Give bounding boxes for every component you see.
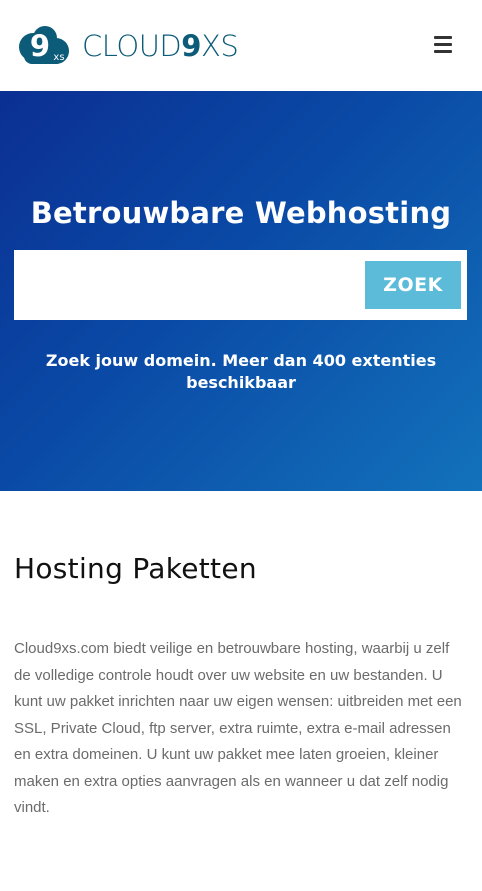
menu-line [434,49,452,53]
domain-search-form: ZOEK [14,250,467,320]
site-logo[interactable]: 9 xs CLOUD9XS [16,24,239,68]
section-title: Hosting Paketten [14,552,257,585]
cloud-logo-icon: 9 xs [16,24,72,68]
page: 9 xs CLOUD9XS Betrouwbare Webhosting ZOE… [0,0,482,891]
logo-wordmark: CLOUD9XS [82,28,239,63]
hero-banner: Betrouwbare Webhosting ZOEK Zoek jouw do… [0,91,482,491]
hosting-section: Hosting Paketten Cloud9xs.com biedt veil… [0,491,482,891]
hero-title: Betrouwbare Webhosting [30,196,452,231]
site-header: 9 xs CLOUD9XS [0,0,482,91]
logo-word-suffix: XS [200,28,239,63]
domain-search-input[interactable] [24,260,354,310]
menu-line [434,35,452,39]
hero-subtitle: Zoek jouw domein. Meer dan 400 extenties… [45,351,437,392]
section-text: Cloud9xs.com biedt veilige en betrouwbar… [14,640,462,816]
logo-word-prefix: CLOUD [82,28,182,63]
logo-word-bold: 9 [181,28,201,63]
search-button[interactable]: ZOEK [365,261,461,309]
logo-mark-suffix: xs [53,52,64,63]
menu-line [434,42,452,46]
logo-mark-number: 9 [30,29,50,63]
hamburger-menu-icon[interactable] [430,33,456,55]
